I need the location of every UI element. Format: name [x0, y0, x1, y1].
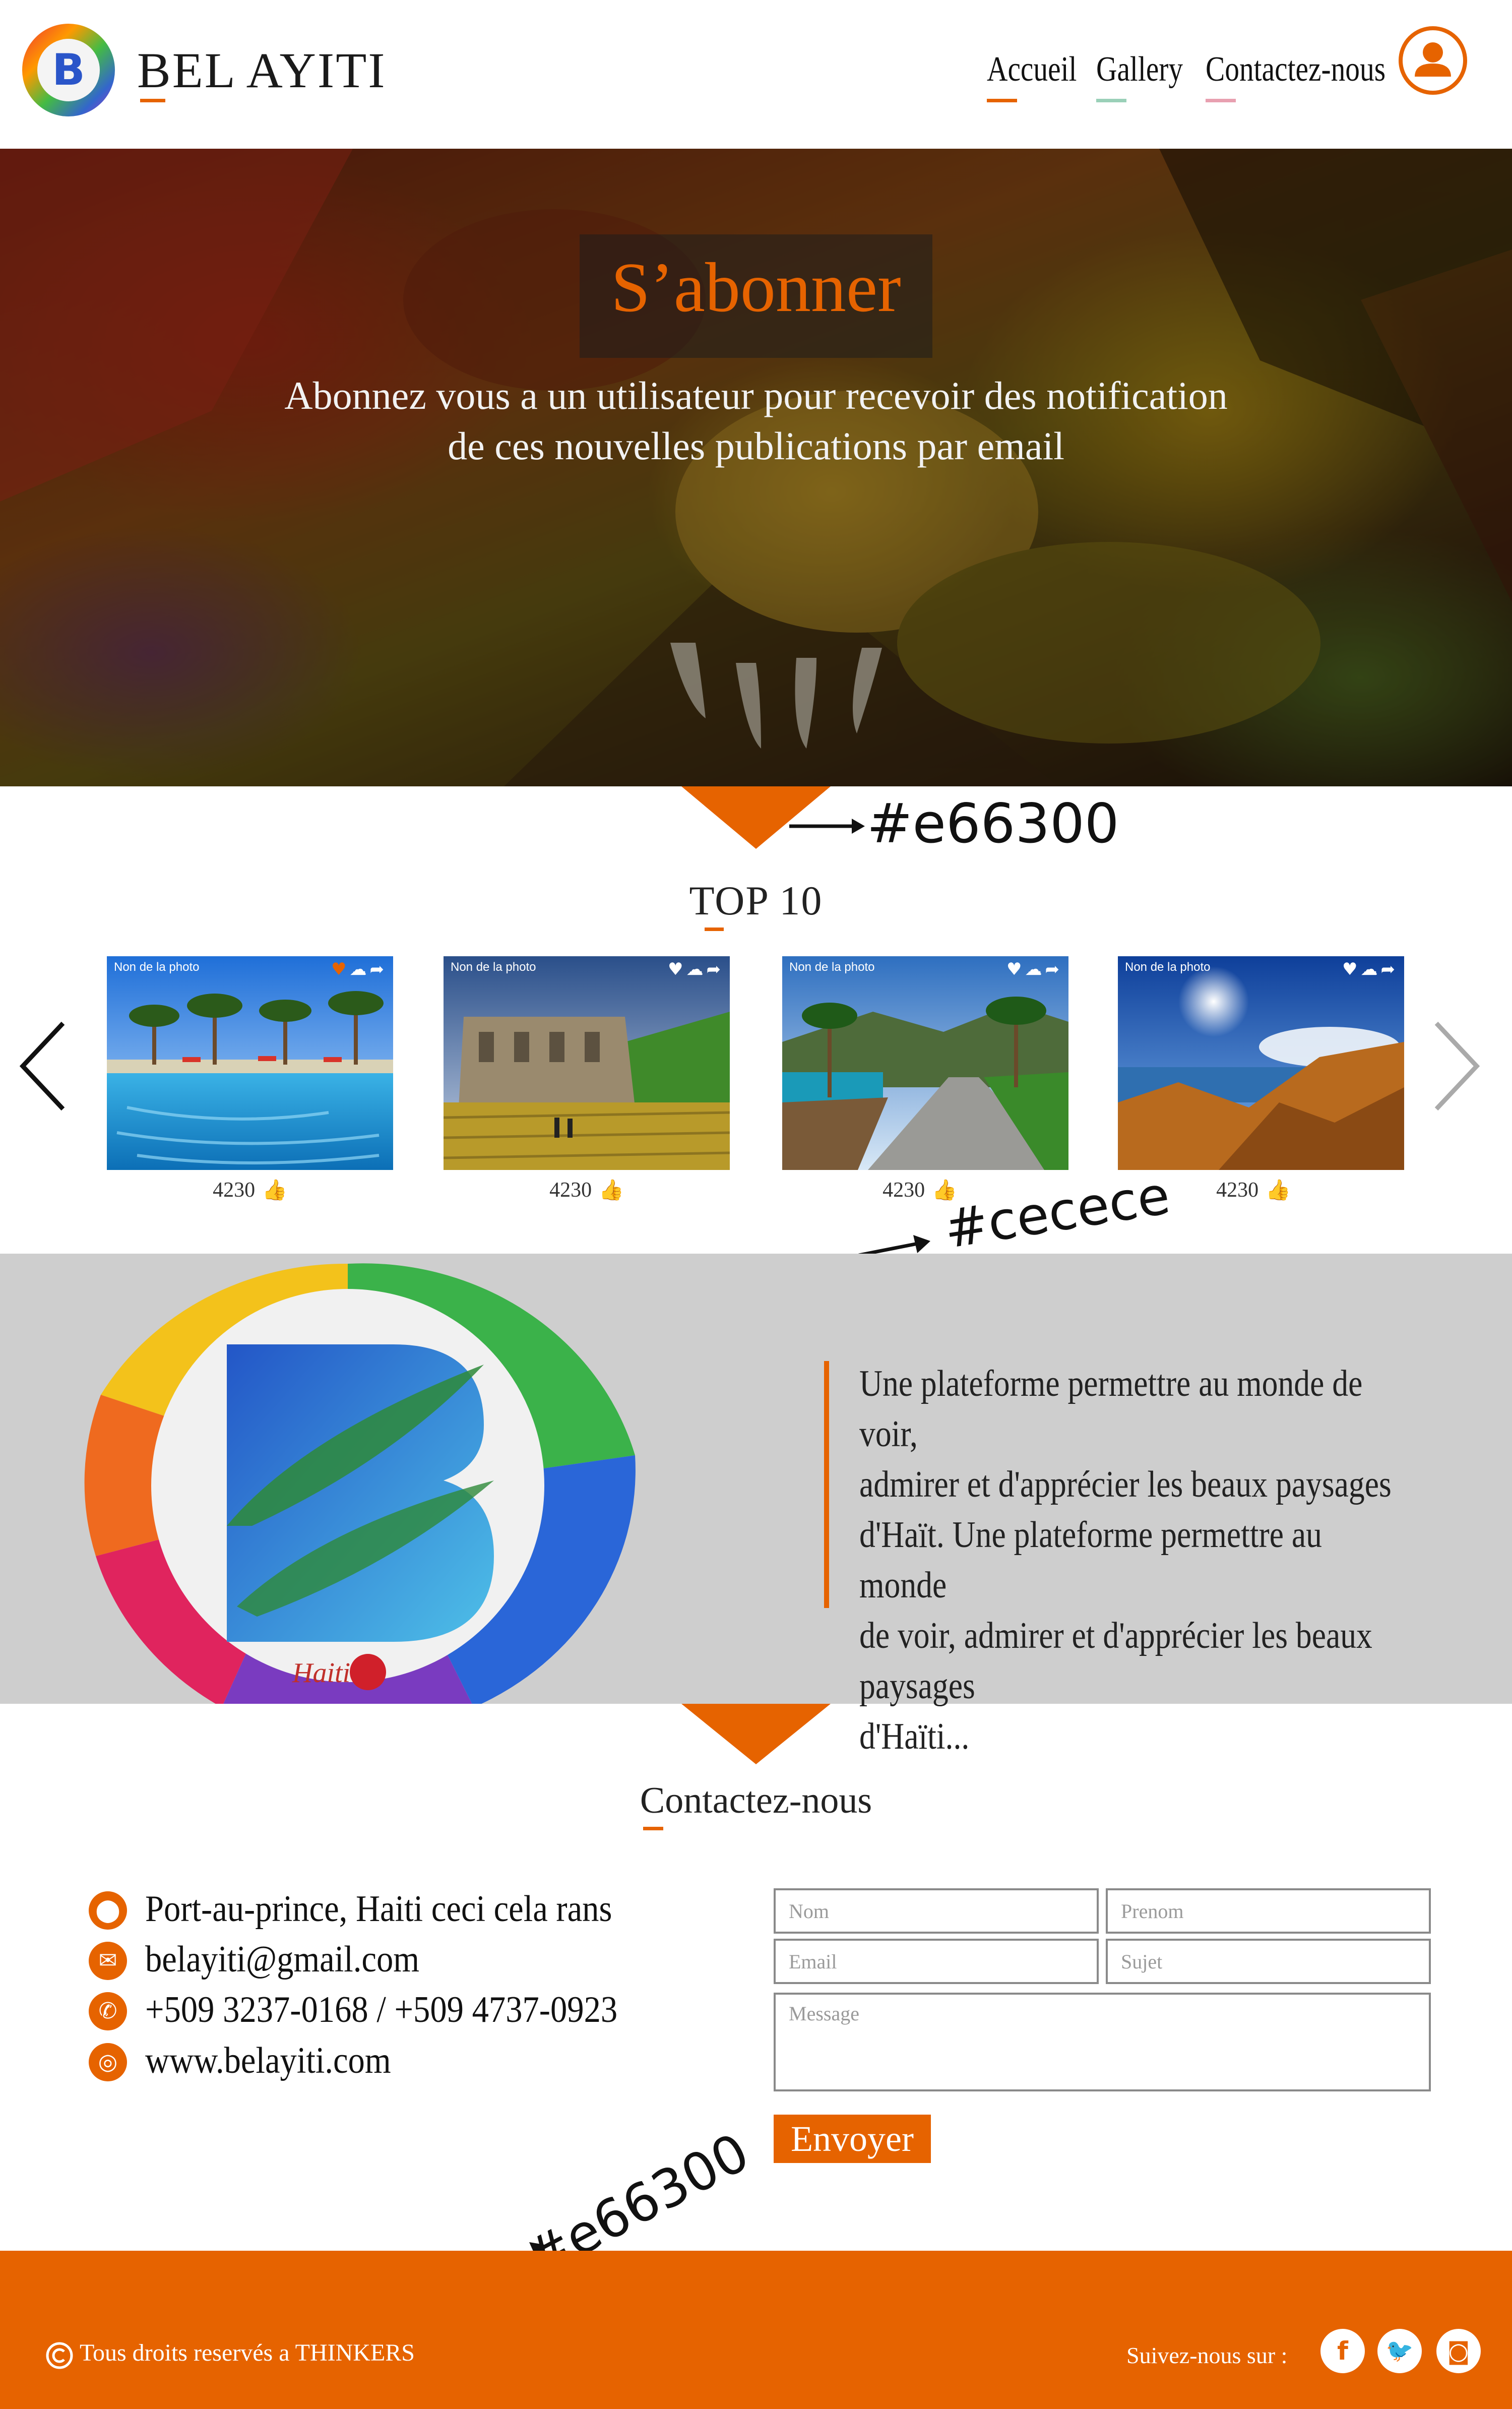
follow-label: Suivez-nous sur :	[1126, 2342, 1288, 2368]
nav-accueil[interactable]: Accueil	[987, 49, 1077, 90]
globe-icon: ◎	[89, 2043, 127, 2081]
annotation-accent-color: #e66300	[867, 792, 1119, 855]
contact-website[interactable]: www.belayiti.com	[145, 2040, 391, 2082]
brand-underline	[140, 99, 165, 102]
photo-title: Non de la photo	[1125, 960, 1211, 974]
like-count: 4230 👍	[174, 1178, 326, 1202]
user-icon	[1415, 42, 1451, 77]
nav-contact-underline	[1206, 99, 1236, 102]
thumbs-up-icon[interactable]: 👍	[599, 1179, 624, 1202]
about-accent-bar	[824, 1361, 829, 1608]
top10-title: TOP 10	[689, 878, 823, 923]
photo-card[interactable]: Non de la photo ♥☁➦	[1118, 956, 1404, 1170]
hero-title: S’abonner	[611, 249, 901, 327]
photo-title: Non de la photo	[451, 960, 536, 974]
photo-card[interactable]: Non de la photo ♥☁➦	[444, 956, 730, 1170]
share-icon[interactable]: ➦	[1381, 959, 1399, 979]
card-actions: ♥☁➦	[1342, 959, 1398, 979]
photo-seaside-boulevard	[782, 956, 1068, 1170]
section-notch	[681, 1704, 831, 1764]
like-count-value: 4230	[883, 1179, 925, 1202]
thumbs-up-icon[interactable]: 👍	[1266, 1179, 1291, 1202]
message-textarea[interactable]	[774, 1993, 1431, 2091]
contact-email[interactable]: belayiti@gmail.com	[145, 1938, 419, 1981]
twitter-icon[interactable]: 🐦	[1377, 2329, 1422, 2373]
instagram-icon[interactable]: ◙	[1436, 2329, 1481, 2373]
thumbs-up-icon[interactable]: 👍	[262, 1179, 287, 1202]
card-actions: ♥☁➦	[331, 959, 387, 979]
email-icon: ✉	[89, 1942, 127, 1980]
chevron-right-icon[interactable]	[1429, 1018, 1484, 1114]
photo-title: Non de la photo	[114, 960, 200, 974]
sujet-input[interactable]	[1106, 1939, 1431, 1984]
download-icon[interactable]: ☁	[1361, 959, 1381, 979]
top10-underline	[705, 928, 724, 931]
download-icon[interactable]: ☁	[350, 959, 370, 979]
like-count: 4230 👍	[1178, 1178, 1329, 1202]
location-icon: ⬤	[89, 1891, 127, 1930]
nav-contact[interactable]: Contactez-nous	[1206, 49, 1385, 90]
photo-pool-resort	[107, 956, 393, 1170]
contact-phone[interactable]: +509 3237-0168 / +509 4737-0923	[145, 1989, 617, 2031]
hero-description: Abonnez vous a un utilisateur pour recev…	[284, 374, 1228, 468]
contact-title: Contactez-nous	[640, 1780, 872, 1821]
user-profile-button[interactable]	[1399, 26, 1467, 95]
contact-address: Port-au-prince, Haiti ceci cela rans	[145, 1888, 612, 1930]
phone-icon: ✆	[89, 1992, 127, 2030]
photo-sans-souci-ruins	[444, 956, 730, 1170]
about-description: Une plateforme permettre au monde de voi…	[859, 1363, 1392, 1757]
like-count: 4230 👍	[511, 1178, 662, 1202]
share-icon[interactable]: ➦	[370, 959, 388, 979]
contact-underline	[643, 1827, 663, 1830]
copyright-text: Tous droits reservés a THINKERS	[80, 2339, 415, 2366]
prenom-input[interactable]	[1106, 1888, 1431, 1934]
heart-icon[interactable]: ♥	[1342, 959, 1360, 979]
nav-gallery-underline	[1096, 99, 1126, 102]
heart-icon[interactable]: ♥	[1006, 959, 1025, 979]
share-icon[interactable]: ➦	[707, 959, 724, 979]
like-count-value: 4230	[213, 1179, 256, 1202]
annotation-arrow-icon	[789, 819, 865, 834]
facebook-icon[interactable]: f	[1320, 2329, 1365, 2373]
svg-text:B: B	[52, 45, 85, 95]
chevron-left-icon[interactable]	[15, 1018, 71, 1114]
heart-icon[interactable]: ♥	[331, 959, 349, 979]
download-icon[interactable]: ☁	[1025, 959, 1045, 979]
nav-gallery[interactable]: Gallery	[1096, 49, 1183, 90]
photo-card[interactable]: Non de la photo ♥☁➦	[782, 956, 1068, 1170]
like-count-value: 4230	[549, 1179, 592, 1202]
card-actions: ♥☁➦	[668, 959, 724, 979]
nav-accueil-underline	[987, 99, 1017, 102]
nom-input[interactable]	[774, 1888, 1099, 1934]
heart-icon[interactable]: ♥	[668, 959, 686, 979]
card-actions: ♥☁➦	[1006, 959, 1062, 979]
svg-text:Haiti: Haiti	[292, 1657, 350, 1689]
share-icon[interactable]: ➦	[1045, 959, 1063, 979]
download-icon[interactable]: ☁	[686, 959, 707, 979]
brand-name[interactable]: BEL AYITI	[137, 41, 387, 99]
photo-title: Non de la photo	[789, 960, 875, 974]
like-count-value: 4230	[1216, 1179, 1259, 1202]
send-button[interactable]: Envoyer	[774, 2115, 931, 2163]
large-brand-logo: Haiti	[84, 1263, 636, 1704]
photo-rocky-coast	[1118, 956, 1404, 1170]
site-footer	[0, 2251, 1512, 2409]
brand-logo-icon[interactable]: B	[18, 22, 119, 118]
photo-card[interactable]: Non de la photo ♥☁➦	[107, 956, 393, 1170]
email-input[interactable]	[774, 1939, 1099, 1984]
copyright-icon	[46, 2342, 73, 2369]
